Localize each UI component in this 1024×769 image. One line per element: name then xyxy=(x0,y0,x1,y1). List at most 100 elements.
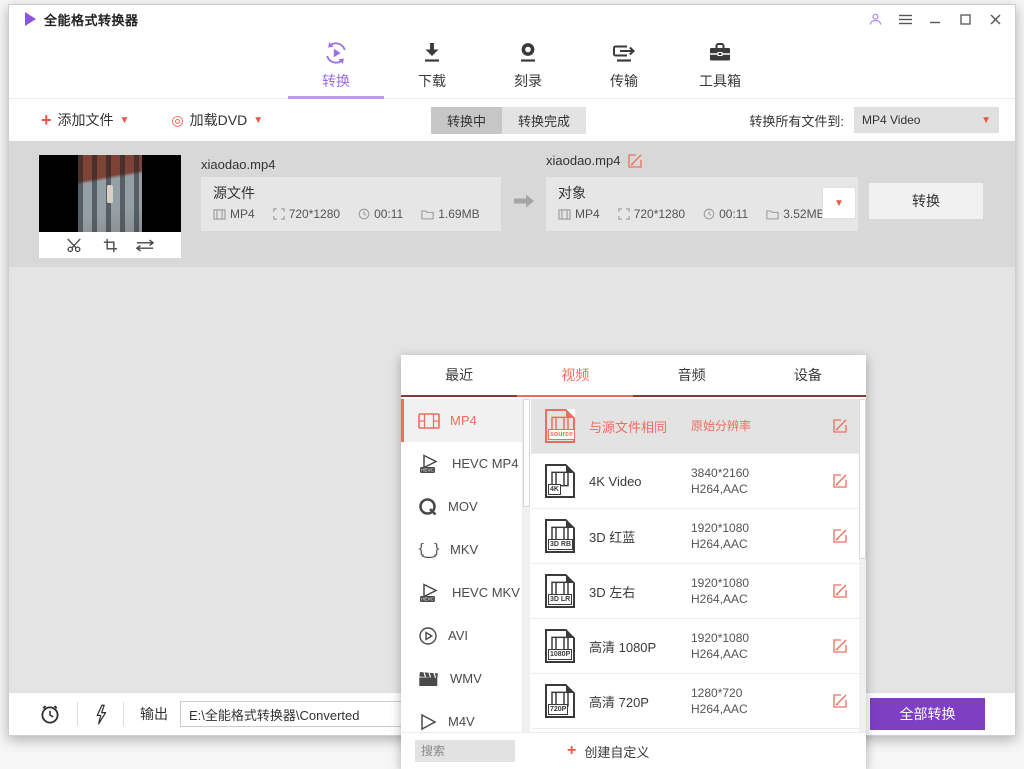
preset-file-icon: 720P xyxy=(545,684,575,718)
content-area: xiaodao.mp4 源文件 MP4 720*1280 00:11 1.69M… xyxy=(9,141,1015,692)
menu-icon[interactable] xyxy=(897,11,913,27)
plus-icon: + xyxy=(567,743,576,759)
format-item-wmv[interactable]: WMV xyxy=(401,657,522,700)
target-file-name-row: xiaodao.mp4 xyxy=(546,153,642,168)
preset-edit-icon[interactable] xyxy=(833,639,847,653)
format-film-icon xyxy=(213,209,226,220)
chevron-down-icon: ▼ xyxy=(834,198,844,209)
app-title: 全能格式转换器 xyxy=(44,10,139,29)
preset-list: source 与源文件相同 原始分辨率 4K 4K Video 3840*216… xyxy=(531,399,859,732)
queue-state-tabs: 转换中 转换完成 xyxy=(431,107,586,134)
preset-file-icon: 3D RB xyxy=(545,519,575,553)
panel-tabs: 最近 视频 音频 设备 xyxy=(401,355,866,397)
output-format-value: MP4 Video xyxy=(862,113,920,127)
convert-all-to-label: 转换所有文件到: xyxy=(749,111,844,130)
target-box-title: 对象 xyxy=(558,183,846,203)
preset-file-icon: 4K xyxy=(545,464,575,498)
search-input[interactable] xyxy=(415,740,515,762)
format-item-avi[interactable]: AVI xyxy=(401,614,522,657)
account-icon[interactable] xyxy=(867,11,883,27)
preset-file-icon: 1080P xyxy=(545,629,575,663)
minimize-button[interactable] xyxy=(927,11,943,27)
source-file-name: xiaodao.mp4 xyxy=(201,157,275,172)
format-list-scrollbar[interactable] xyxy=(523,399,530,732)
preset-edit-icon[interactable] xyxy=(833,419,847,433)
convert-all-button[interactable]: 全部转换 xyxy=(870,698,985,730)
chevron-down-icon: ▼ xyxy=(120,115,130,126)
tab-finished[interactable]: 转换完成 xyxy=(502,107,586,134)
avi-play-circle-icon xyxy=(418,626,438,646)
preset-file-icon: 3D LR xyxy=(545,574,575,608)
chevron-down-icon: ▼ xyxy=(981,115,991,126)
performance-bolt-icon[interactable] xyxy=(94,704,107,725)
output-format-select[interactable]: MP4 Video ▼ xyxy=(854,107,999,133)
source-duration: 00:11 xyxy=(374,207,403,221)
convert-icon xyxy=(323,40,349,66)
close-button[interactable] xyxy=(987,11,1003,27)
nav-tab-label: 下载 xyxy=(418,71,446,91)
nav-tab-burn[interactable]: 刻录 xyxy=(480,33,576,98)
filesize-folder-icon xyxy=(421,209,434,220)
nav-tab-transfer[interactable]: 传输 xyxy=(576,33,672,98)
load-dvd-label: 加载DVD xyxy=(190,110,248,130)
format-item-hevc-mp4[interactable]: HEVC HEVC MP4 xyxy=(401,442,522,485)
preset-same-as-source[interactable]: source 与源文件相同 原始分辨率 xyxy=(531,399,859,454)
toolbar: + 添加文件 ▼ ◎ 加载DVD ▼ 转换中 转换完成 转换所有文件到: MP4… xyxy=(9,99,1015,141)
svg-text:HEVC: HEVC xyxy=(421,596,434,601)
panel-footer: + 创建自定义 xyxy=(401,732,866,769)
nav-tab-label: 工具箱 xyxy=(699,71,741,91)
add-file-button[interactable]: + 添加文件 ▼ xyxy=(41,110,129,130)
format-item-m4v[interactable]: M4V xyxy=(401,700,522,732)
convert-button[interactable]: 转换 xyxy=(869,183,983,219)
preset-edit-icon[interactable] xyxy=(833,474,847,488)
nav-tab-toolbox[interactable]: 工具箱 xyxy=(672,33,768,98)
crop-icon[interactable] xyxy=(103,238,118,253)
preset-hd-720p[interactable]: 720P 高清 720P 1280*720H264,AAC xyxy=(531,674,859,729)
preset-3d-red-blue[interactable]: 3D RB 3D 红蓝 1920*1080H264,AAC xyxy=(531,509,859,564)
format-item-mov[interactable]: MOV xyxy=(401,485,522,528)
source-resolution: 720*1280 xyxy=(289,207,340,221)
file-row: xiaodao.mp4 源文件 MP4 720*1280 00:11 1.69M… xyxy=(9,141,1015,267)
mp4-film-icon xyxy=(418,412,440,430)
preset-edit-icon[interactable] xyxy=(833,584,847,598)
download-icon xyxy=(419,40,445,66)
preset-4k-video[interactable]: 4K 4K Video 3840*2160H264,AAC xyxy=(531,454,859,509)
source-format: MP4 xyxy=(230,207,255,221)
mkv-braces-icon: { } xyxy=(418,540,440,560)
preset-list-scrollbar[interactable] xyxy=(859,399,866,732)
adjust-icon[interactable] xyxy=(136,239,154,252)
burn-disc-icon xyxy=(515,40,541,66)
maximize-button[interactable] xyxy=(957,11,973,27)
convert-all-to: 转换所有文件到: MP4 Video ▼ xyxy=(749,107,999,133)
svg-text:{ }: { } xyxy=(418,542,440,557)
nav-tab-download[interactable]: 下载 xyxy=(384,33,480,98)
output-label: 输出 xyxy=(140,704,168,724)
target-info-box: 对象 MP4 720*1280 00:11 3.52MB ▼ xyxy=(546,177,858,231)
clip-toolbar xyxy=(39,232,181,258)
preset-3d-left-right[interactable]: 3D LR 3D 左右 1920*1080H264,AAC xyxy=(531,564,859,619)
transfer-icon xyxy=(611,40,637,66)
preset-edit-icon[interactable] xyxy=(833,694,847,708)
preset-hd-1080p[interactable]: 1080P 高清 1080P 1920*1080H264,AAC xyxy=(531,619,859,674)
format-item-mkv[interactable]: { } MKV xyxy=(401,528,522,571)
rename-edit-icon[interactable] xyxy=(628,154,642,168)
duration-clock-icon xyxy=(358,208,370,220)
panel-tab-audio[interactable]: 音频 xyxy=(634,355,750,395)
tab-converting[interactable]: 转换中 xyxy=(431,107,502,134)
format-dropdown-button[interactable]: ▼ xyxy=(822,187,856,219)
trim-scissors-icon[interactable] xyxy=(66,237,85,253)
panel-tab-device[interactable]: 设备 xyxy=(750,355,866,395)
clapperboard-icon xyxy=(418,670,440,688)
format-film-icon xyxy=(558,209,571,220)
app-window: 全能格式转换器 xyxy=(8,4,1016,736)
panel-tab-video[interactable]: 视频 xyxy=(517,355,633,395)
nav-tab-convert[interactable]: 转换 xyxy=(288,33,384,98)
nav-tabs: 转换 下载 刻录 xyxy=(288,33,768,98)
preset-edit-icon[interactable] xyxy=(833,529,847,543)
schedule-clock-icon[interactable] xyxy=(39,703,61,725)
format-item-mp4[interactable]: MP4 xyxy=(401,399,522,442)
target-resolution: 720*1280 xyxy=(634,207,685,221)
format-item-hevc-mkv[interactable]: HEVC HEVC MKV xyxy=(401,571,522,614)
load-dvd-button[interactable]: ◎ 加载DVD ▼ xyxy=(171,110,263,130)
panel-tab-recent[interactable]: 最近 xyxy=(401,355,517,395)
